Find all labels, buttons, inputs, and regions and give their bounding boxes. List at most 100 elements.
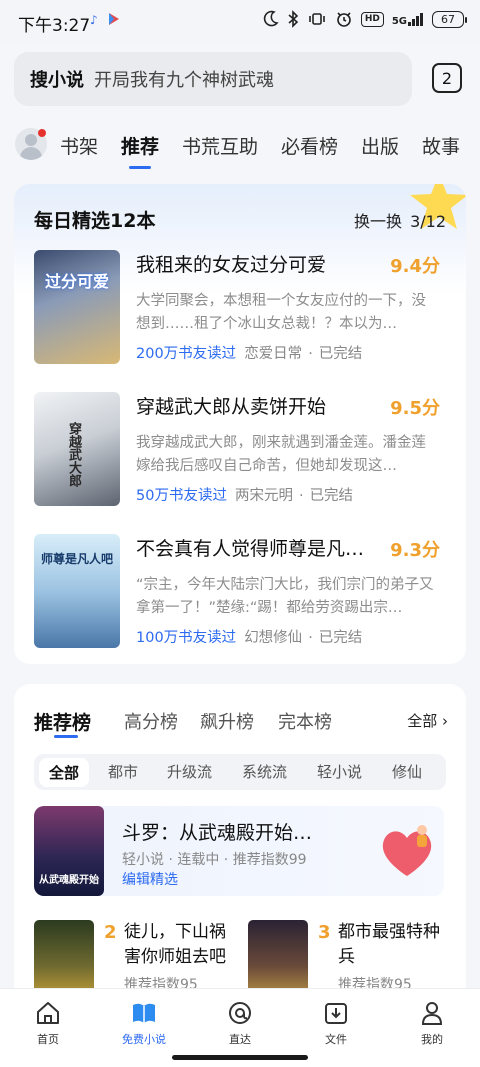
play-store-icon: [108, 13, 120, 28]
app-screen: 下午3:27 ♪ HD 5G 67 搜小说 开局我有九个神树武魂 2 书架 推荐…: [0, 0, 480, 1067]
bluetooth-icon: [287, 10, 299, 28]
book-score: 9.5分: [390, 398, 440, 419]
nav-home[interactable]: 首页: [18, 999, 78, 1047]
book-status: 已完结: [318, 630, 363, 646]
home-indicator[interactable]: [172, 1055, 308, 1060]
book-cover[interactable]: 过分可爱: [34, 250, 120, 364]
tab-story[interactable]: 故事: [422, 132, 460, 159]
cover-text: 从武魂殿开始: [39, 875, 99, 886]
tab-high-score-rank[interactable]: 高分榜: [124, 708, 178, 734]
featured-book[interactable]: 从武魂殿开始 斗罗：从武魂殿开始… 轻小说 · 连载中 · 推荐指数99 编辑精…: [34, 806, 444, 896]
book-icon: [133, 1003, 155, 1023]
ranking-card: 推荐榜 高分榜 飙升榜 完本榜 全部 › 全部 都市 升级流 系统流 轻小说 修…: [14, 684, 466, 1004]
direct-icon: [229, 1002, 251, 1024]
rank-number: 3: [318, 922, 331, 943]
tab-must-read[interactable]: 必看榜: [281, 132, 338, 159]
battery-level: 67: [441, 12, 455, 26]
battery-icon: 67: [432, 10, 467, 28]
book-score: 9.3分: [390, 540, 440, 561]
daily-picks-title: 每日精选12本: [34, 210, 156, 232]
page-indicator: 3/12: [410, 212, 446, 231]
book-item[interactable]: 穿越武大郎 穿越武大郎从卖饼开始 9.5分 我穿越成武大郎，刚来就遇到潘金莲。潘…: [34, 392, 440, 510]
book-score: 9.4分: [390, 256, 440, 277]
book-readers: 50万书友读过: [136, 488, 227, 504]
book-item[interactable]: 师尊是凡人吧 不会真有人觉得师尊是凡… 9.3分 “宗主，今年大陆宗门大比，我们…: [34, 534, 440, 652]
profile-icon: [421, 1002, 443, 1025]
book-meta: 200万书友读过 恋爱日常 · 已完结: [136, 346, 363, 362]
moon-icon: [263, 10, 279, 28]
rank-number: 2: [104, 922, 117, 943]
refresh-button[interactable]: 换一换 3/12: [354, 208, 446, 232]
search-brand: 搜小说: [30, 70, 84, 91]
home-icon: [37, 1002, 59, 1024]
vibrate-icon: [307, 10, 327, 28]
book-title[interactable]: 我租来的女友过分可爱: [136, 250, 376, 277]
book-readers: 100万书友读过: [136, 630, 237, 646]
tab-recommend-rank[interactable]: 推荐榜: [34, 708, 91, 735]
book-genre: 恋爱日常: [244, 346, 303, 362]
nav-label: 我的: [421, 1033, 443, 1046]
search-query[interactable]: 开局我有九个神树武魂: [94, 66, 274, 92]
chip-cultivation[interactable]: 修仙: [392, 761, 422, 782]
all-rankings-link[interactable]: 全部 ›: [407, 710, 448, 731]
book-description: 我穿越成武大郎，刚来就遇到潘金莲。潘金莲嫁给我后感叹自己命苦，但她却发现这…: [136, 435, 426, 474]
status-icons: HD 5G 67: [263, 10, 467, 28]
chip-level-up[interactable]: 升级流: [167, 761, 212, 782]
chip-all[interactable]: 全部: [39, 758, 90, 787]
tab-publish[interactable]: 出版: [361, 132, 399, 159]
rank-tab-indicator: [54, 735, 78, 738]
book-meta: 100万书友读过 幻想修仙 · 已完结: [136, 630, 363, 646]
category-nav: 书架 推荐 书荒互助 必看榜 出版 故事: [0, 122, 480, 172]
chip-light-novel[interactable]: 轻小说: [317, 761, 362, 782]
book-cover[interactable]: 从武魂殿开始: [34, 806, 104, 896]
cover-text: 穿越武大郎: [66, 422, 81, 487]
book-title[interactable]: 穿越武大郎从卖饼开始: [136, 392, 376, 419]
book-status: 已完结: [318, 346, 363, 362]
nav-free-novels[interactable]: 免费小说: [114, 999, 174, 1047]
book-genre: 幻想修仙: [244, 630, 303, 646]
nav-files[interactable]: 文件: [306, 999, 366, 1047]
nav-label: 首页: [37, 1033, 59, 1046]
nav-label: 免费小说: [122, 1033, 166, 1046]
all-label: 全部: [407, 712, 438, 730]
nav-profile[interactable]: 我的: [402, 999, 462, 1047]
book-meta: 轻小说 · 连载中 · 推荐指数99: [122, 852, 307, 868]
hd-badge: HD: [360, 11, 384, 27]
tab-recommend[interactable]: 推荐: [121, 132, 159, 159]
chip-system[interactable]: 系统流: [242, 761, 287, 782]
book-title[interactable]: 徒儿，下山祸害你师姐去吧: [124, 920, 240, 970]
chip-urban[interactable]: 都市: [108, 761, 138, 782]
book-item[interactable]: 过分可爱 我租来的女友过分可爱 9.4分 大学同聚会，本想租一个女友应付的一下，…: [34, 250, 440, 368]
book-genre: 两宋元明: [234, 488, 293, 504]
book-cover[interactable]: 师尊是凡人吧: [34, 534, 120, 648]
status-time: 下午3:27: [18, 16, 91, 36]
alarm-icon: [335, 10, 353, 28]
tab-rising-rank[interactable]: 飙升榜: [200, 708, 254, 734]
tab-completed-rank[interactable]: 完本榜: [278, 708, 332, 734]
tab-bookshelf[interactable]: 书架: [60, 132, 98, 159]
genre-chips: 全部 都市 升级流 系统流 轻小说 修仙: [34, 754, 446, 790]
book-readers: 200万书友读过: [136, 346, 237, 362]
music-note-icon: ♪: [90, 13, 98, 27]
daily-picks-card: 每日精选12本 换一换 3/12 过分可爱 我租来的女友过分可爱 9.4分 大学同…: [14, 184, 466, 664]
book-title[interactable]: 斗罗：从武魂殿开始…: [122, 818, 312, 845]
refresh-label: 换一换: [354, 212, 403, 231]
tab-book-help[interactable]: 书荒互助: [182, 132, 258, 159]
book-title[interactable]: 都市最强特种兵: [338, 920, 454, 970]
network-label: 5G: [391, 16, 407, 27]
book-title[interactable]: 不会真有人觉得师尊是凡…: [136, 534, 376, 561]
chevron-right-icon: ›: [442, 712, 448, 730]
book-cover[interactable]: 穿越武大郎: [34, 392, 120, 506]
editor-pick-badge: 编辑精选: [122, 872, 178, 888]
nav-label: 文件: [325, 1033, 347, 1046]
tab-count-button[interactable]: 2: [432, 63, 462, 93]
search-bar[interactable]: 搜小说 开局我有九个神树武魂: [14, 52, 412, 106]
signal-icon: 5G: [391, 12, 424, 27]
nav-direct[interactable]: 直达: [210, 999, 270, 1047]
book-status: 已完结: [309, 488, 354, 504]
cover-text: 师尊是凡人吧: [40, 552, 113, 566]
nav-label: 直达: [229, 1033, 251, 1046]
active-tab-indicator: [129, 166, 151, 169]
heart-icon: [382, 825, 432, 876]
book-description: “宗主，今年大陆宗门大比，我们宗门的弟子又拿第一了！”楚缘:“踢！都给劳资踢出宗…: [136, 577, 434, 616]
